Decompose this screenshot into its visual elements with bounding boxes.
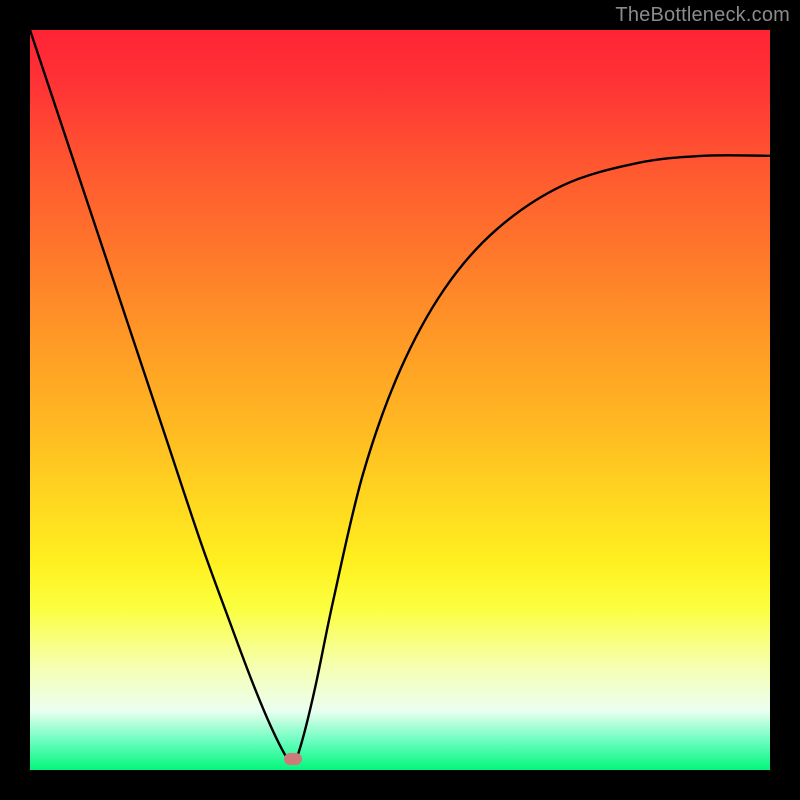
bottleneck-curve: [30, 30, 770, 770]
optimum-marker: [284, 753, 302, 765]
chart-stage: TheBottleneck.com: [0, 0, 800, 800]
chart-plot-area: [30, 30, 770, 770]
watermark-text: TheBottleneck.com: [615, 4, 790, 27]
